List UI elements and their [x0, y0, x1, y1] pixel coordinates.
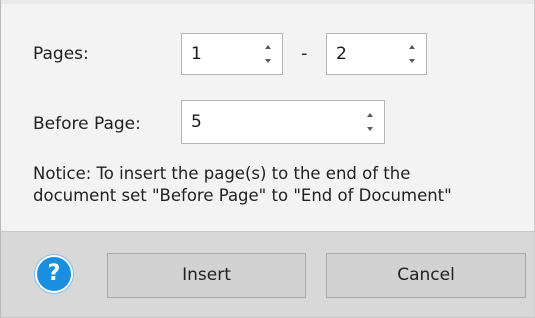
spin-down-icon[interactable]: [366, 124, 374, 133]
help-icon[interactable]: ?: [35, 255, 73, 293]
before-page-value[interactable]: 5: [191, 112, 202, 132]
cancel-button[interactable]: Cancel: [326, 253, 526, 298]
pages-range-separator: -: [301, 43, 308, 64]
before-page-label: Before Page:: [33, 114, 141, 134]
notice-line-1: Notice: To insert the page(s) to the end…: [33, 164, 411, 183]
dialog-top-strip: [1, 0, 534, 4]
before-page-spinner[interactable]: 5: [181, 100, 385, 144]
dialog-footer: ? Insert Cancel: [1, 231, 534, 317]
pages-from-value[interactable]: 1: [191, 44, 202, 64]
pages-from-spinner[interactable]: 1: [181, 33, 283, 75]
spin-up-icon[interactable]: [264, 43, 272, 52]
notice-text: Notice: To insert the page(s) to the end…: [33, 163, 528, 207]
before-page-spin-buttons: [364, 111, 376, 133]
pages-to-value[interactable]: 2: [336, 44, 347, 64]
insert-pages-dialog: Pages: 1 - 2 Before Page: 5 Notice: To i…: [0, 0, 535, 318]
notice-line-2: document set "Before Page" to "End of Do…: [33, 186, 452, 205]
spin-up-icon[interactable]: [366, 111, 374, 120]
spin-up-icon[interactable]: [408, 43, 416, 52]
insert-button[interactable]: Insert: [107, 253, 306, 298]
pages-from-spin-buttons: [262, 43, 274, 65]
pages-to-spin-buttons: [406, 43, 418, 65]
spin-down-icon[interactable]: [264, 56, 272, 65]
pages-label: Pages:: [33, 44, 89, 64]
spin-down-icon[interactable]: [408, 56, 416, 65]
pages-to-spinner[interactable]: 2: [326, 33, 427, 75]
